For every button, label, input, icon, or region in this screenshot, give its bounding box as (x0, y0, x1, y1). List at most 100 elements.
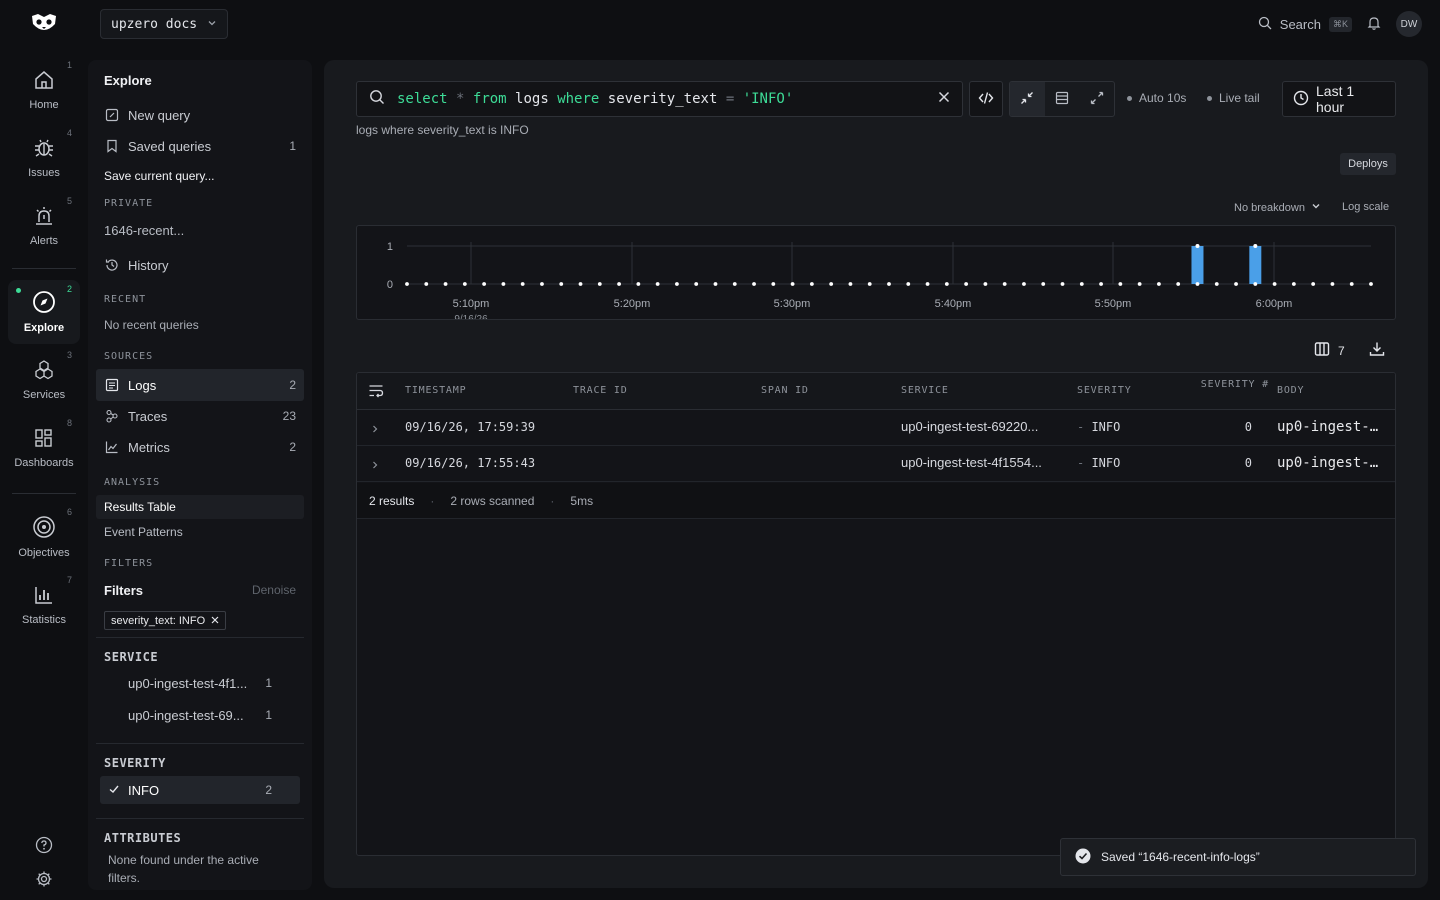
grid-icon (33, 427, 55, 452)
query-star: * (456, 91, 465, 107)
chart-bar (1249, 246, 1262, 284)
event-patterns-label: Event Patterns (104, 525, 183, 539)
settings-gear-icon[interactable] (32, 867, 56, 891)
collapse-view-button[interactable] (1010, 82, 1045, 116)
nav-alerts[interactable]: 5 Alerts (8, 196, 80, 256)
app-logo[interactable] (28, 10, 60, 38)
nav-home[interactable]: 1 Home (8, 60, 80, 120)
chart-point (1079, 282, 1084, 286)
denoise-toggle[interactable]: Denoise (252, 583, 296, 597)
chart-point (597, 282, 602, 286)
search-button[interactable]: Search ⌘K (1258, 16, 1352, 33)
wrap-lines-icon[interactable] (368, 384, 384, 401)
columns-icon (1314, 341, 1330, 360)
col-severity[interactable]: SEVERITY (1077, 385, 1132, 396)
analysis-results-table[interactable]: Results Table (96, 495, 304, 519)
nav-dashboards[interactable]: 8 Dashboards (8, 418, 80, 478)
new-query-button[interactable]: New query (96, 101, 304, 129)
col-span-id[interactable]: SPAN ID (761, 385, 809, 396)
table-view-button[interactable] (1045, 82, 1080, 116)
service-filter-item[interactable]: up0-ingest-test-4f1... 1 (96, 669, 280, 697)
clear-query-icon[interactable] (938, 91, 950, 107)
auto-refresh-toggle[interactable]: Auto 10s (1127, 91, 1186, 105)
private-query-item[interactable]: 1646-recent... (96, 216, 304, 244)
nav-services-shortcut: 3 (66, 350, 72, 360)
chart-point (867, 282, 872, 286)
remove-filter-icon[interactable] (211, 615, 219, 627)
save-current-query-button[interactable]: Save current query... (96, 162, 304, 190)
table-row[interactable]: 09/16/26, 17:55:43 up0-ingest-test-4f155… (357, 446, 1395, 482)
breakdown-select[interactable]: No breakdown (1234, 201, 1321, 214)
severity-filter-info[interactable]: INFO 2 (100, 776, 300, 804)
status-dot (1127, 95, 1132, 101)
query-kw-from: from (472, 91, 507, 107)
history-item[interactable]: History (96, 251, 304, 279)
results-summary: 2 results · 2 rows scanned · 5ms (357, 483, 1395, 519)
query-value: 'INFO' (742, 91, 794, 107)
sources-header: SOURCES (104, 351, 154, 362)
col-service[interactable]: SERVICE (901, 385, 949, 396)
nav-explore[interactable]: 2 Explore (8, 280, 80, 344)
download-icon[interactable] (1369, 341, 1385, 360)
cell-severity-label: INFO (1091, 420, 1121, 434)
col-body[interactable]: BODY (1277, 385, 1304, 396)
expand-view-button[interactable] (1079, 82, 1114, 116)
help-icon[interactable] (32, 833, 56, 857)
saved-queries-item[interactable]: Saved queries 1 (96, 132, 304, 160)
cell-service: up0-ingest-test-4f1554... (901, 455, 1042, 470)
chart-point (1291, 282, 1296, 286)
cell-timestamp: 09/16/26, 17:55:43 (405, 456, 536, 470)
cell-timestamp: 09/16/26, 17:59:39 (405, 420, 536, 434)
col-timestamp[interactable]: TIMESTAMP (405, 385, 466, 396)
deploys-button[interactable]: Deploys (1340, 153, 1396, 175)
service-filter-label: up0-ingest-test-4f1... (128, 675, 248, 691)
col-trace-id[interactable]: TRACE ID (573, 385, 628, 396)
columns-button[interactable]: 7 (1314, 341, 1345, 360)
time-range-button[interactable]: Last 1 hour (1282, 81, 1396, 117)
bug-icon (33, 137, 55, 162)
nav-objectives[interactable]: 6 Objectives (8, 507, 80, 567)
y-tick-label: 0 (387, 279, 393, 291)
source-logs[interactable]: Logs 2 (96, 369, 304, 401)
org-selector[interactable]: upzero docs (100, 9, 228, 39)
nav-issues[interactable]: 4 Issues (8, 128, 80, 188)
query-operator: = (725, 91, 735, 107)
service-filter-item[interactable]: up0-ingest-test-69... 1 (96, 701, 280, 729)
nav-alerts-shortcut: 5 (66, 196, 72, 206)
source-logs-label: Logs (128, 377, 157, 393)
source-metrics[interactable]: Metrics 2 (96, 433, 304, 461)
nav-services[interactable]: 3 Services (8, 350, 80, 410)
col-severity-number[interactable]: SEVERITY # (1189, 378, 1269, 392)
chart-point (540, 282, 544, 286)
chart-point (694, 282, 699, 286)
active-indicator (16, 288, 21, 293)
compass-icon (32, 290, 56, 317)
analysis-event-patterns[interactable]: Event Patterns (96, 520, 304, 544)
chart-point (1137, 282, 1142, 286)
attributes-header: ATTRIBUTES (104, 831, 182, 845)
time-range-label: Last 1 hour (1316, 83, 1355, 115)
query-input[interactable]: select * from logs where severity_text =… (356, 81, 963, 117)
live-tail-toggle[interactable]: Live tail (1207, 91, 1260, 105)
nav-statistics[interactable]: 7 Statistics (8, 575, 80, 635)
table-row[interactable]: 09/16/26, 17:59:39 up0-ingest-test-69220… (357, 410, 1395, 446)
bell-icon[interactable] (1366, 15, 1382, 34)
x-tick-label: 5:10pm (453, 298, 490, 310)
logs-volume-chart: 1 0 5:10pm 5:20pm 5:30pm 5:40pm 5:50pm 6:00pm 9/… (356, 225, 1396, 320)
user-avatar[interactable]: DW (1396, 11, 1422, 37)
log-scale-toggle[interactable]: Log scale (1342, 201, 1389, 213)
cubes-icon (33, 359, 55, 384)
filter-chip-severity[interactable]: severity_text: INFO (104, 611, 227, 630)
live-tail-label: Live tail (1219, 91, 1260, 105)
target-icon (32, 515, 56, 542)
siren-icon (33, 205, 55, 230)
chevron-right-icon[interactable] (371, 458, 379, 473)
chevron-right-icon[interactable] (371, 422, 379, 437)
nav-objectives-shortcut: 6 (66, 507, 72, 517)
source-metrics-label: Metrics (128, 439, 170, 455)
columns-count: 7 (1338, 343, 1345, 358)
source-traces[interactable]: Traces 23 (96, 402, 304, 430)
code-view-button[interactable] (969, 81, 1003, 117)
attributes-empty-text: None found under the active filters. (108, 853, 259, 885)
explore-main-panel: select * from logs where severity_text =… (324, 60, 1428, 888)
